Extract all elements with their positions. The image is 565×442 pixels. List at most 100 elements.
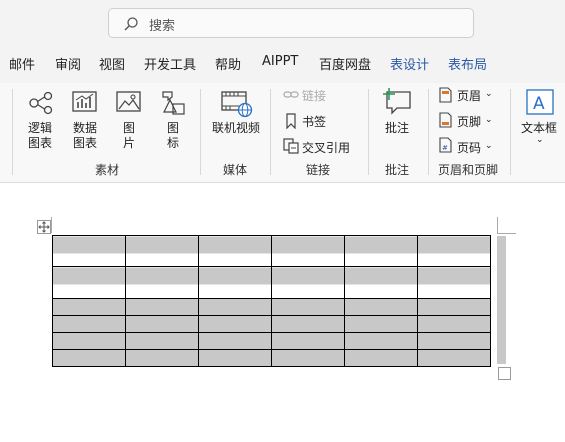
table-cell[interactable] <box>125 266 199 299</box>
header-icon <box>439 87 452 103</box>
tab-review[interactable]: 审阅 <box>55 54 81 73</box>
table-cell[interactable] <box>271 332 345 350</box>
tab-aippt[interactable]: AIPPT <box>262 54 298 69</box>
search-box[interactable]: 搜索 <box>108 8 474 38</box>
margin-corner-mark <box>51 217 52 233</box>
shapes-label-2: 标 <box>167 136 180 150</box>
chevron-down-icon: ⌄ <box>536 135 544 145</box>
move-arrows-icon <box>38 221 50 233</box>
logic-chart-label-1: 逻辑 <box>28 121 53 135</box>
table-cell[interactable] <box>125 349 199 367</box>
group-label-media: 媒体 <box>223 163 248 177</box>
picture-label-2: 片 <box>123 136 136 150</box>
table-resize-handle[interactable] <box>498 367 511 380</box>
link-icon <box>283 91 299 98</box>
ribbon-separator <box>428 89 429 175</box>
chevron-down-icon: ⌄ <box>485 115 493 125</box>
search-icon <box>124 17 138 31</box>
cross-reference-label: 交叉引用 <box>302 141 351 155</box>
textbox-icon: A <box>526 89 554 115</box>
ribbon-separator <box>12 89 13 175</box>
group-label-header-footer: 页眉和页脚 <box>438 163 499 177</box>
table-cell[interactable] <box>271 349 345 367</box>
table-cell[interactable] <box>271 266 345 299</box>
ribbon-separator <box>270 89 271 175</box>
table-cell[interactable] <box>344 349 418 367</box>
link-label: 链接 <box>302 89 327 103</box>
table-cell[interactable] <box>52 332 126 350</box>
table-cell[interactable] <box>344 315 418 333</box>
table-cell[interactable] <box>52 235 126 267</box>
table-cell[interactable] <box>417 332 491 350</box>
table-cell[interactable] <box>417 349 491 367</box>
row-end-marker <box>497 236 506 364</box>
logic-chart-icon <box>29 91 53 115</box>
table-row <box>52 235 491 267</box>
data-chart-label-2: 图表 <box>73 136 98 150</box>
shapes-label-1: 图 <box>167 121 180 135</box>
table-cell[interactable] <box>417 315 491 333</box>
picture-icon <box>116 91 141 112</box>
tab-mail[interactable]: 邮件 <box>9 54 35 73</box>
footer-icon <box>439 112 452 128</box>
svg-text:A: A <box>533 94 545 114</box>
online-video-label: 联机视频 <box>212 121 261 135</box>
tab-table-layout[interactable]: 表布局 <box>448 54 487 73</box>
table-cell[interactable] <box>344 332 418 350</box>
table-cell[interactable] <box>344 266 418 299</box>
table-cell[interactable] <box>198 235 272 267</box>
margin-corner-mark <box>497 217 498 234</box>
tab-table-design[interactable]: 表设计 <box>390 54 429 73</box>
table-cell[interactable] <box>125 315 199 333</box>
header-label: 页眉 <box>457 89 482 103</box>
footer-label: 页脚 <box>457 115 482 129</box>
table-cell[interactable] <box>198 266 272 299</box>
table-cell[interactable] <box>52 266 126 299</box>
table-cell[interactable] <box>198 332 272 350</box>
svg-text:#: # <box>442 144 448 152</box>
table-cell[interactable] <box>271 315 345 333</box>
page-number-icon: # <box>439 137 452 153</box>
table-row <box>52 315 491 333</box>
tab-developer[interactable]: 开发工具 <box>144 54 196 73</box>
table-cell[interactable] <box>344 235 418 267</box>
bookmark-label: 书签 <box>302 115 327 129</box>
comment-icon <box>383 88 411 115</box>
chevron-down-icon: ⌄ <box>485 141 493 151</box>
tab-help[interactable]: 帮助 <box>215 54 241 73</box>
tab-baidu-netdisk[interactable]: 百度网盘 <box>319 54 371 73</box>
picture-label-1: 图 <box>123 121 136 135</box>
table-cell[interactable] <box>125 298 199 316</box>
table-cell[interactable] <box>125 332 199 350</box>
table-cell[interactable] <box>271 235 345 267</box>
table-cell[interactable] <box>198 298 272 316</box>
data-chart-icon <box>72 91 97 112</box>
table-row <box>52 266 491 299</box>
ribbon-separator <box>368 89 369 175</box>
search-placeholder: 搜索 <box>149 19 176 34</box>
table-move-handle[interactable] <box>37 220 51 234</box>
table-cell[interactable] <box>417 266 491 299</box>
table-cell[interactable] <box>271 298 345 316</box>
cross-reference-icon <box>283 138 299 154</box>
comment-label: 批注 <box>385 121 410 135</box>
ribbon-separator <box>200 89 201 175</box>
page-number-label: 页码 <box>457 141 482 155</box>
group-label-comments: 批注 <box>385 163 410 177</box>
table-cell[interactable] <box>198 315 272 333</box>
ribbon-separator <box>510 89 511 175</box>
margin-corner-mark <box>498 233 516 234</box>
table-cell[interactable] <box>417 235 491 267</box>
table-cell[interactable] <box>52 298 126 316</box>
table-cell[interactable] <box>52 349 126 367</box>
table-cell[interactable] <box>52 315 126 333</box>
table-cell[interactable] <box>417 298 491 316</box>
bookmark-icon <box>286 113 296 129</box>
table-cell[interactable] <box>125 235 199 267</box>
table-cell[interactable] <box>344 298 418 316</box>
group-label-materials: 素材 <box>95 163 120 177</box>
document-table[interactable] <box>52 235 491 367</box>
tab-view[interactable]: 视图 <box>99 54 125 73</box>
logic-chart-label-2: 图表 <box>28 136 53 150</box>
table-cell[interactable] <box>198 349 272 367</box>
